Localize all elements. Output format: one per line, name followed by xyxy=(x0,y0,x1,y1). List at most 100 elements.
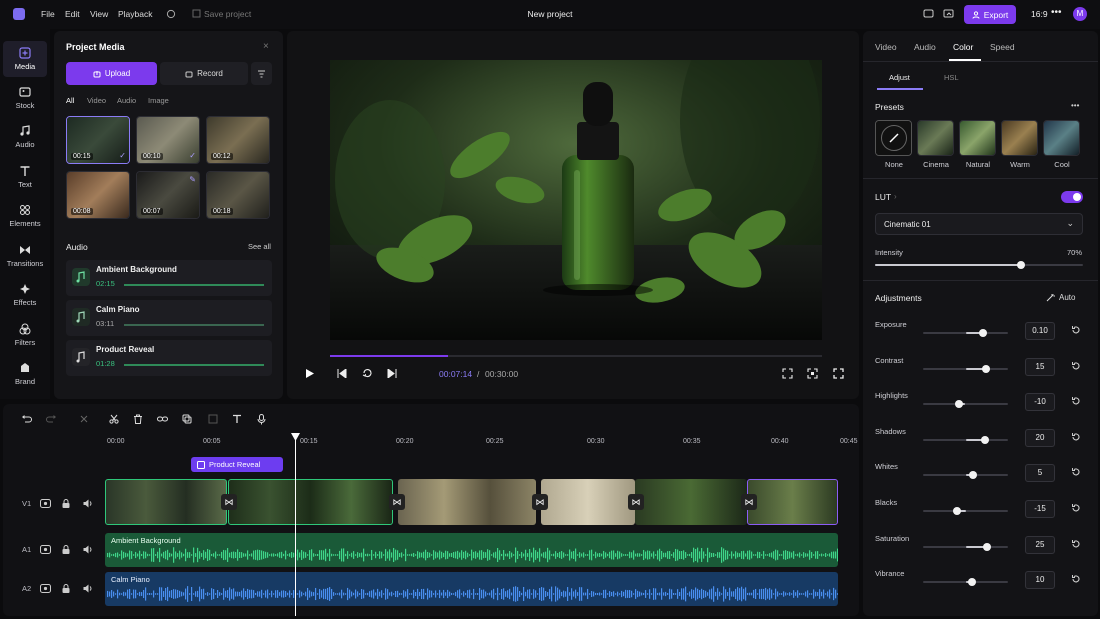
adjustment-value[interactable]: 25 xyxy=(1025,535,1055,554)
tab-video[interactable]: Video xyxy=(875,42,897,52)
visibility-icon[interactable] xyxy=(40,584,51,593)
audio-clip-ambient[interactable]: Ambient Background xyxy=(105,533,838,567)
slider-knob[interactable] xyxy=(982,542,991,551)
rail-item-text[interactable]: Text xyxy=(3,159,47,195)
lut-toggle[interactable] xyxy=(1061,191,1083,203)
menu-file[interactable]: File xyxy=(41,9,55,19)
volume-icon[interactable] xyxy=(83,545,93,554)
slider-knob[interactable] xyxy=(968,578,977,587)
menu-edit[interactable]: Edit xyxy=(65,9,80,19)
more-icon[interactable]: ••• xyxy=(1071,101,1079,110)
volume-icon[interactable] xyxy=(83,584,93,593)
lock-icon[interactable] xyxy=(62,545,70,554)
save-icon[interactable] xyxy=(192,9,201,18)
adjustment-slider[interactable] xyxy=(923,471,1008,480)
subtab-adjust[interactable]: Adjust xyxy=(889,73,910,82)
rail-item-effects[interactable]: Effects xyxy=(3,277,47,313)
transition-icon[interactable]: ⋈ xyxy=(389,494,405,510)
reset-icon[interactable] xyxy=(1071,361,1081,371)
transition-icon[interactable]: ⋈ xyxy=(628,494,644,510)
text-tool-icon[interactable] xyxy=(232,414,242,424)
reset-icon[interactable] xyxy=(1071,325,1081,335)
visibility-icon[interactable] xyxy=(40,545,51,554)
screen-icon[interactable] xyxy=(923,9,934,19)
rail-item-transitions[interactable]: Transitions xyxy=(3,238,47,274)
media-thumb[interactable]: 00:12 xyxy=(206,116,270,164)
slider-knob[interactable] xyxy=(969,471,978,480)
video-clip[interactable] xyxy=(105,479,227,525)
duplicate-icon[interactable] xyxy=(182,414,192,424)
media-thumb[interactable]: 00:18 xyxy=(206,171,270,219)
adjustment-slider[interactable] xyxy=(923,435,1008,444)
adjustment-slider[interactable] xyxy=(923,542,1008,551)
crop-icon[interactable] xyxy=(782,368,793,379)
media-thumb[interactable]: 00:15 ✓ xyxy=(66,116,130,164)
tab-audio[interactable]: Audio xyxy=(914,42,936,52)
preset-none[interactable] xyxy=(875,120,912,156)
history-icon[interactable] xyxy=(166,9,176,19)
microphone-icon[interactable] xyxy=(257,414,266,425)
adjustment-slider[interactable] xyxy=(923,507,1008,515)
video-clip[interactable] xyxy=(541,479,635,525)
adjustment-value[interactable]: 5 xyxy=(1025,464,1055,483)
slider-knob[interactable] xyxy=(978,329,987,337)
adjustment-slider[interactable] xyxy=(923,329,1008,337)
reset-icon[interactable] xyxy=(1071,396,1081,406)
delete-icon[interactable] xyxy=(133,414,143,424)
menu-view[interactable]: View xyxy=(90,9,108,19)
slider-knob[interactable] xyxy=(953,507,961,515)
tab-speed[interactable]: Speed xyxy=(990,42,1015,52)
transition-icon[interactable]: ⋈ xyxy=(741,494,757,510)
record-button[interactable]: Record xyxy=(160,62,248,85)
magic-wand-icon[interactable] xyxy=(1046,293,1055,302)
media-thumb[interactable]: 00:07 ✎ xyxy=(136,171,200,219)
skip-back-icon[interactable] xyxy=(337,369,347,378)
scrub-bar[interactable] xyxy=(330,355,822,357)
adjustment-slider[interactable] xyxy=(923,400,1008,409)
media-thumb[interactable]: 00:08 xyxy=(66,171,130,219)
adjustment-slider[interactable] xyxy=(923,578,1008,587)
video-clip[interactable] xyxy=(635,479,747,525)
reset-icon[interactable] xyxy=(1071,503,1081,513)
slider-knob[interactable] xyxy=(954,400,963,409)
rail-item-elements[interactable]: Elements xyxy=(3,198,47,234)
export-button[interactable]: Export xyxy=(964,5,1016,24)
filter-all[interactable]: All xyxy=(66,96,74,105)
video-clip[interactable] xyxy=(747,479,838,525)
visibility-icon[interactable] xyxy=(40,499,51,508)
adjustment-slider[interactable] xyxy=(923,364,1008,373)
slider-knob[interactable] xyxy=(981,364,990,373)
scissors-icon[interactable] xyxy=(109,414,119,424)
adjustment-value[interactable]: 0.10 xyxy=(1025,322,1055,340)
text-clip[interactable]: Product Reveal xyxy=(191,457,283,472)
adjustment-value[interactable]: 20 xyxy=(1025,428,1055,447)
more-icon[interactable]: ••• xyxy=(1051,7,1062,18)
adjustment-value[interactable]: 10 xyxy=(1025,571,1055,590)
filter-image[interactable]: Image xyxy=(148,96,169,105)
rail-item-media[interactable]: Media xyxy=(3,41,47,77)
loop-icon[interactable] xyxy=(362,368,373,378)
lock-icon[interactable] xyxy=(62,499,70,508)
rail-item-audio[interactable]: Audio xyxy=(3,119,47,155)
playhead[interactable] xyxy=(295,434,296,616)
video-clip[interactable] xyxy=(228,479,393,525)
slider-knob[interactable] xyxy=(981,435,990,444)
adjustment-value[interactable]: -10 xyxy=(1025,393,1055,412)
audio-list-item[interactable]: Ambient Background 02:15 xyxy=(66,260,272,296)
avatar[interactable]: M xyxy=(1073,7,1087,21)
cast-icon[interactable] xyxy=(943,9,954,19)
video-clip[interactable] xyxy=(398,479,536,525)
audio-list-item[interactable]: Product Reveal 01:28 xyxy=(66,340,272,376)
preset-cinema[interactable] xyxy=(917,120,954,156)
audio-list-item[interactable]: Calm Piano 03:11 xyxy=(66,300,272,336)
transition-icon[interactable]: ⋈ xyxy=(221,494,237,510)
reset-icon[interactable] xyxy=(1071,432,1081,442)
media-thumb[interactable]: 00:10 ✓ xyxy=(136,116,200,164)
filter-video[interactable]: Video xyxy=(87,96,106,105)
safe-zone-icon[interactable] xyxy=(807,368,818,379)
save-project-button[interactable]: Save project xyxy=(204,9,251,19)
undo-icon[interactable] xyxy=(21,414,32,424)
preset-cool[interactable] xyxy=(1043,120,1080,156)
auto-button[interactable]: Auto xyxy=(1059,293,1075,302)
filter-audio[interactable]: Audio xyxy=(117,96,136,105)
